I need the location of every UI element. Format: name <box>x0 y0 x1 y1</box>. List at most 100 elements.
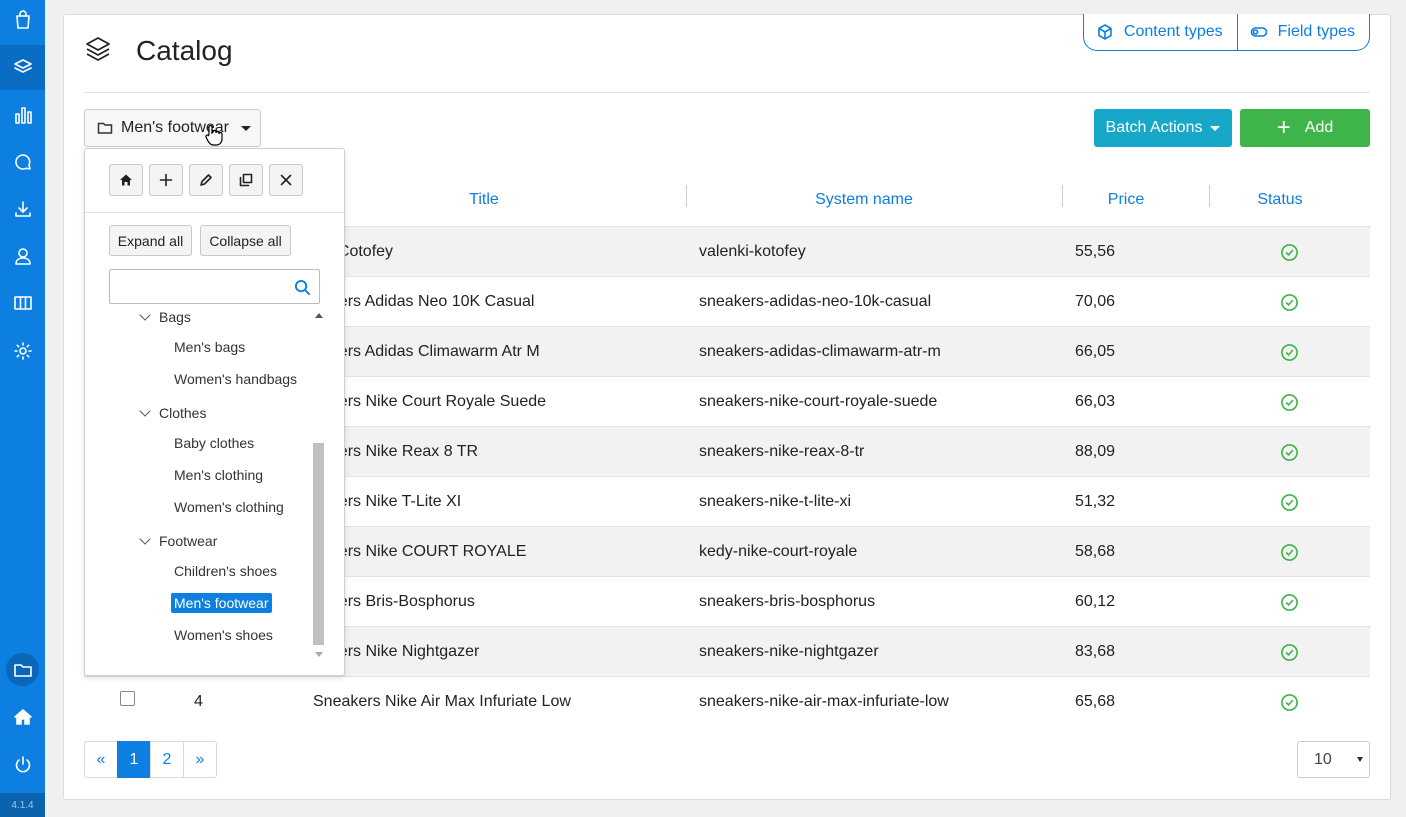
tree-scrollbar[interactable] <box>313 309 325 659</box>
row-price: 65,68 <box>1075 693 1116 710</box>
tree-delete-button[interactable] <box>269 164 303 196</box>
tree-copy-button[interactable] <box>229 164 263 196</box>
column-title[interactable]: Title <box>314 173 654 227</box>
scrollbar-thumb[interactable] <box>313 443 324 645</box>
add-button[interactable]: + Add <box>1240 109 1370 147</box>
row-price: 60,12 <box>1075 593 1116 610</box>
row-price: 88,09 <box>1075 443 1116 460</box>
tree-node-childrens-shoes[interactable]: Children's shoes <box>174 563 277 579</box>
table-row[interactable]: 4 Sneakers Nike Air Max Infuriate Low sn… <box>84 676 1370 726</box>
tree-home-button[interactable] <box>109 164 143 196</box>
chevron-down-icon[interactable] <box>139 309 151 321</box>
category-tree-popover: Expand all Collapse all Bags Men's bags … <box>84 148 345 676</box>
scroll-down-arrow-icon[interactable] <box>315 652 323 657</box>
category-tree: Bags Men's bags Women's handbags Clothes… <box>85 309 313 659</box>
scroll-up-arrow-icon[interactable] <box>315 313 323 318</box>
row-price: 83,68 <box>1075 643 1116 660</box>
category-dropdown-button[interactable]: Men's footwear <box>84 109 261 147</box>
column-system-name[interactable]: System name <box>688 173 1040 227</box>
row-title[interactable]: Sneakers Nike Air Max Infuriate Low <box>313 677 571 727</box>
download-icon[interactable] <box>10 196 35 221</box>
per-page-select[interactable]: 10 <box>1297 741 1370 778</box>
status-active-icon[interactable] <box>1280 477 1299 527</box>
chevron-down-icon <box>241 125 251 131</box>
batch-actions-button[interactable]: Batch Actions <box>1094 109 1232 147</box>
page-2-button[interactable]: 2 <box>150 741 184 778</box>
bar-chart-icon[interactable] <box>10 102 35 127</box>
tree-toolbar <box>109 164 303 196</box>
plus-icon: + <box>1276 114 1291 141</box>
status-active-icon[interactable] <box>1280 427 1299 477</box>
row-system-name: valenki-kotofey <box>699 243 806 260</box>
status-active-icon[interactable] <box>1280 577 1299 627</box>
chevron-down-icon[interactable] <box>139 405 151 417</box>
tree-node-mens-footwear[interactable]: Men's footwear <box>171 593 272 613</box>
search-icon <box>294 279 311 296</box>
row-title[interactable]: eakers Adidas Climawarm Atr M <box>313 327 540 377</box>
row-system-name: sneakers-nike-nightgazer <box>699 643 879 660</box>
row-system-name: sneakers-nike-air-max-infuriate-low <box>699 693 949 710</box>
status-active-icon[interactable] <box>1280 377 1299 427</box>
status-active-icon[interactable] <box>1280 627 1299 677</box>
chevron-down-icon[interactable] <box>139 533 151 545</box>
row-title[interactable]: eakers Nike Court Royale Suede <box>313 377 546 427</box>
copy-icon <box>239 173 253 187</box>
status-active-icon[interactable] <box>1280 527 1299 577</box>
row-checkbox[interactable] <box>120 677 135 727</box>
tree-node-footwear[interactable]: Footwear <box>159 533 217 549</box>
chevron-down-icon <box>1357 757 1363 762</box>
tree-node-baby-clothes[interactable]: Baby clothes <box>174 435 254 451</box>
content-types-button[interactable]: Content types <box>1082 14 1238 51</box>
page-1-button[interactable]: 1 <box>117 741 151 778</box>
tree-add-button[interactable] <box>149 164 183 196</box>
column-status[interactable]: Status <box>1211 173 1349 227</box>
popover-divider <box>85 212 344 213</box>
home-icon[interactable] <box>10 704 35 729</box>
status-active-icon[interactable] <box>1280 277 1299 327</box>
user-icon[interactable] <box>10 243 35 268</box>
row-price: 66,03 <box>1075 393 1116 410</box>
status-active-icon[interactable] <box>1280 227 1299 277</box>
row-title[interactable]: eakers Adidas Neo 10K Casual <box>313 277 534 327</box>
field-types-button[interactable]: Field types <box>1237 14 1370 51</box>
layers-icon[interactable] <box>10 54 35 79</box>
page-next-button[interactable]: » <box>183 741 217 778</box>
page-prev-button[interactable]: « <box>84 741 118 778</box>
row-title[interactable]: eakers Nike COURT ROYALE <box>313 527 526 577</box>
batch-actions-label: Batch Actions <box>1105 119 1203 136</box>
columns-icon[interactable] <box>10 290 35 315</box>
tree-search-input[interactable] <box>109 269 320 304</box>
collapse-all-button[interactable]: Collapse all <box>200 225 291 256</box>
column-price[interactable]: Price <box>1064 173 1188 227</box>
column-divider <box>1209 185 1210 207</box>
tree-edit-button[interactable] <box>189 164 223 196</box>
status-active-icon[interactable] <box>1280 327 1299 377</box>
power-icon[interactable] <box>10 752 35 777</box>
row-system-name: sneakers-nike-court-royale-suede <box>699 393 938 410</box>
row-system-name: sneakers-nike-reax-8-tr <box>699 443 865 460</box>
page-title: Catalog <box>136 35 233 66</box>
row-price: 70,06 <box>1075 293 1116 310</box>
column-divider <box>686 185 687 207</box>
folder-icon[interactable] <box>10 657 35 682</box>
tree-node-mens-bags[interactable]: Men's bags <box>174 339 245 355</box>
per-page-value: 10 <box>1314 750 1332 768</box>
row-system-name: sneakers-adidas-neo-10k-casual <box>699 293 932 310</box>
tree-node-womens-clothing[interactable]: Women's clothing <box>174 499 284 515</box>
row-system-name: sneakers-bris-bosphorus <box>699 593 876 610</box>
chat-icon[interactable] <box>10 149 35 174</box>
gear-icon[interactable] <box>10 338 35 363</box>
home-icon <box>120 174 132 186</box>
tree-node-womens-handbags[interactable]: Women's handbags <box>174 371 297 387</box>
column-divider <box>1062 185 1063 207</box>
tree-node-womens-shoes[interactable]: Women's shoes <box>174 627 273 643</box>
expand-all-button[interactable]: Expand all <box>109 225 192 256</box>
row-system-name: sneakers-nike-t-lite-xi <box>699 493 852 510</box>
tree-node-clothes[interactable]: Clothes <box>159 405 206 421</box>
cube-icon <box>1098 24 1112 40</box>
shopping-bag-icon[interactable] <box>10 7 35 32</box>
tree-node-bags[interactable]: Bags <box>159 309 191 325</box>
tree-node-mens-clothing[interactable]: Men's clothing <box>174 467 263 483</box>
status-active-icon[interactable] <box>1280 677 1299 727</box>
version-label: 4.1.4 <box>0 793 45 817</box>
